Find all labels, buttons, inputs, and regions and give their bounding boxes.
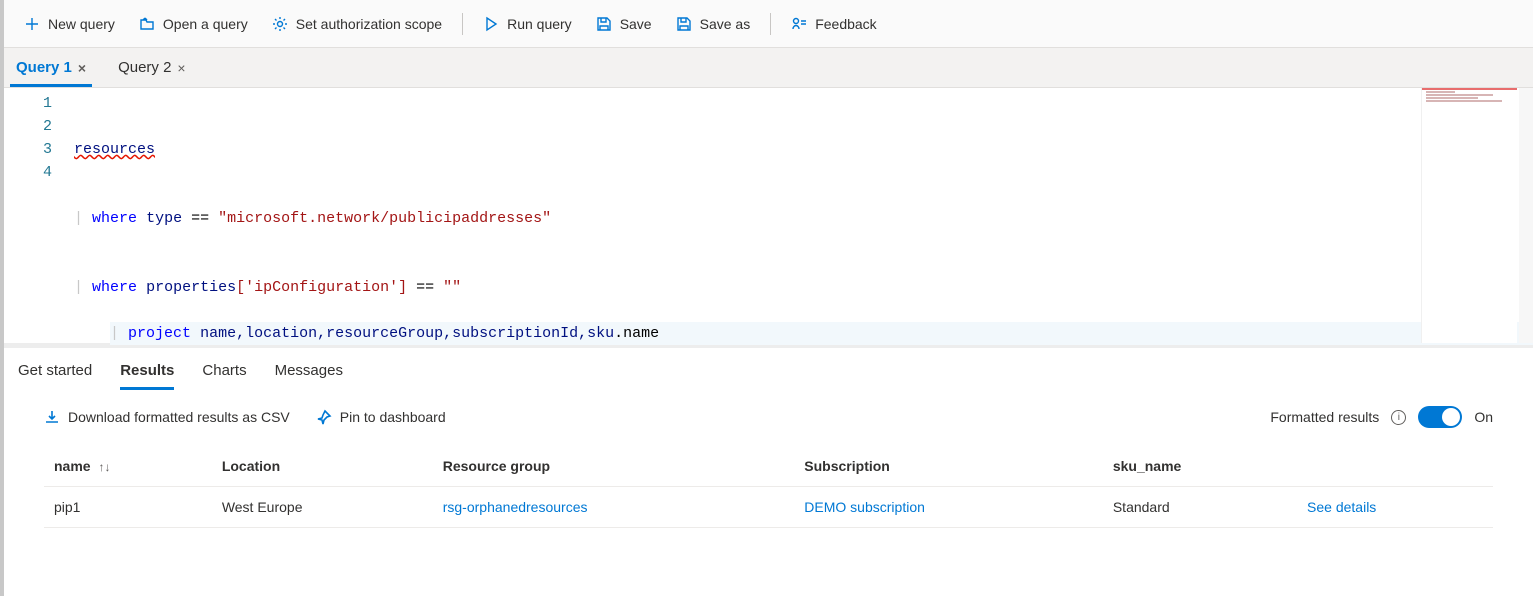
table-row[interactable]: pip1 West Europe rsg-orphanedresources D…	[44, 487, 1493, 528]
code-token: project	[128, 325, 191, 342]
download-csv-button[interactable]: Download formatted results as CSV	[44, 409, 290, 425]
gear-icon	[272, 16, 288, 32]
folder-open-icon	[139, 16, 155, 32]
code-token: name,location,resourceGroup,subscription…	[200, 325, 614, 342]
results-bar: Download formatted results as CSV Pin to…	[4, 390, 1533, 438]
close-icon[interactable]: ×	[177, 60, 185, 76]
toggle-state-label: On	[1474, 409, 1493, 425]
code-token: ==	[191, 210, 209, 227]
code-editor[interactable]: 1 2 3 4 resources | where type == "micro…	[4, 88, 1533, 348]
open-query-button[interactable]: Open a query	[129, 10, 258, 38]
code-token: ['ipConfiguration']	[236, 279, 407, 296]
info-icon[interactable]: i	[1391, 410, 1406, 425]
cell-location: West Europe	[212, 487, 433, 528]
cell-subscription[interactable]: DEMO subscription	[794, 487, 1103, 528]
formatted-results-toggle[interactable]	[1418, 406, 1462, 428]
cell-details[interactable]: See details	[1297, 487, 1493, 528]
code-area[interactable]: resources | where type == "microsoft.net…	[74, 88, 1533, 343]
download-icon	[44, 409, 60, 425]
col-subscription[interactable]: Subscription	[794, 446, 1103, 487]
new-query-button[interactable]: New query	[14, 10, 125, 38]
line-number: 3	[4, 138, 74, 161]
pin-dashboard-label: Pin to dashboard	[340, 409, 446, 425]
pin-dashboard-button[interactable]: Pin to dashboard	[316, 409, 446, 425]
col-name[interactable]: name ↑↓	[44, 446, 212, 487]
cell-resource-group[interactable]: rsg-orphanedresources	[433, 487, 795, 528]
col-label: name	[54, 458, 91, 474]
code-token: where	[92, 210, 137, 227]
set-scope-button[interactable]: Set authorization scope	[262, 10, 452, 38]
toolbar: New query Open a query Set authorization…	[4, 0, 1533, 48]
code-token: ==	[416, 279, 434, 296]
line-number: 1	[4, 92, 74, 115]
save-button[interactable]: Save	[586, 10, 662, 38]
new-query-label: New query	[48, 16, 115, 32]
results-table: name ↑↓ Location Resource group Subscrip…	[44, 446, 1493, 528]
toolbar-separator	[770, 13, 771, 35]
code-token: |	[110, 325, 119, 342]
set-scope-label: Set authorization scope	[296, 16, 442, 32]
code-token: |	[74, 210, 83, 227]
pin-icon	[316, 409, 332, 425]
save-as-button[interactable]: Save as	[666, 10, 761, 38]
feedback-icon	[791, 16, 807, 32]
download-csv-label: Download formatted results as CSV	[68, 409, 290, 425]
query-tab-label: Query 1	[16, 59, 72, 76]
close-icon[interactable]: ×	[78, 60, 86, 76]
col-resource-group[interactable]: Resource group	[433, 446, 795, 487]
minimap[interactable]	[1421, 88, 1517, 343]
save-as-icon	[676, 16, 692, 32]
line-gutter: 1 2 3 4	[4, 88, 74, 343]
code-token: type	[146, 210, 182, 227]
toolbar-separator	[462, 13, 463, 35]
table-header-row: name ↑↓ Location Resource group Subscrip…	[44, 446, 1493, 487]
formatted-results-label: Formatted results	[1270, 409, 1379, 425]
code-token: |	[74, 279, 83, 296]
play-icon	[483, 16, 499, 32]
col-sku-name[interactable]: sku_name	[1103, 446, 1297, 487]
col-details	[1297, 446, 1493, 487]
query-tab-label: Query 2	[118, 59, 171, 76]
feedback-button[interactable]: Feedback	[781, 10, 886, 38]
save-label: Save	[620, 16, 652, 32]
scrollbar[interactable]	[1519, 88, 1533, 343]
col-location[interactable]: Location	[212, 446, 433, 487]
run-query-button[interactable]: Run query	[473, 10, 582, 38]
cell-sku: Standard	[1103, 487, 1297, 528]
save-as-label: Save as	[700, 16, 751, 32]
sort-icon[interactable]: ↑↓	[98, 460, 110, 474]
run-query-label: Run query	[507, 16, 572, 32]
open-query-label: Open a query	[163, 16, 248, 32]
code-token: .name	[614, 325, 659, 342]
save-icon	[596, 16, 612, 32]
query-tab-1[interactable]: Query 1 ×	[10, 51, 92, 87]
plus-icon	[24, 16, 40, 32]
cell-name: pip1	[44, 487, 212, 528]
code-token: properties	[146, 279, 236, 296]
code-token: where	[92, 279, 137, 296]
query-tab-2[interactable]: Query 2 ×	[112, 51, 192, 87]
code-token: resources	[74, 141, 155, 158]
line-number: 4	[4, 161, 74, 184]
query-tabs-bar: Query 1 × Query 2 ×	[4, 48, 1533, 88]
code-token: "microsoft.network/publicipaddresses"	[218, 210, 551, 227]
feedback-label: Feedback	[815, 16, 876, 32]
line-number: 2	[4, 115, 74, 138]
code-token: ""	[443, 279, 461, 296]
